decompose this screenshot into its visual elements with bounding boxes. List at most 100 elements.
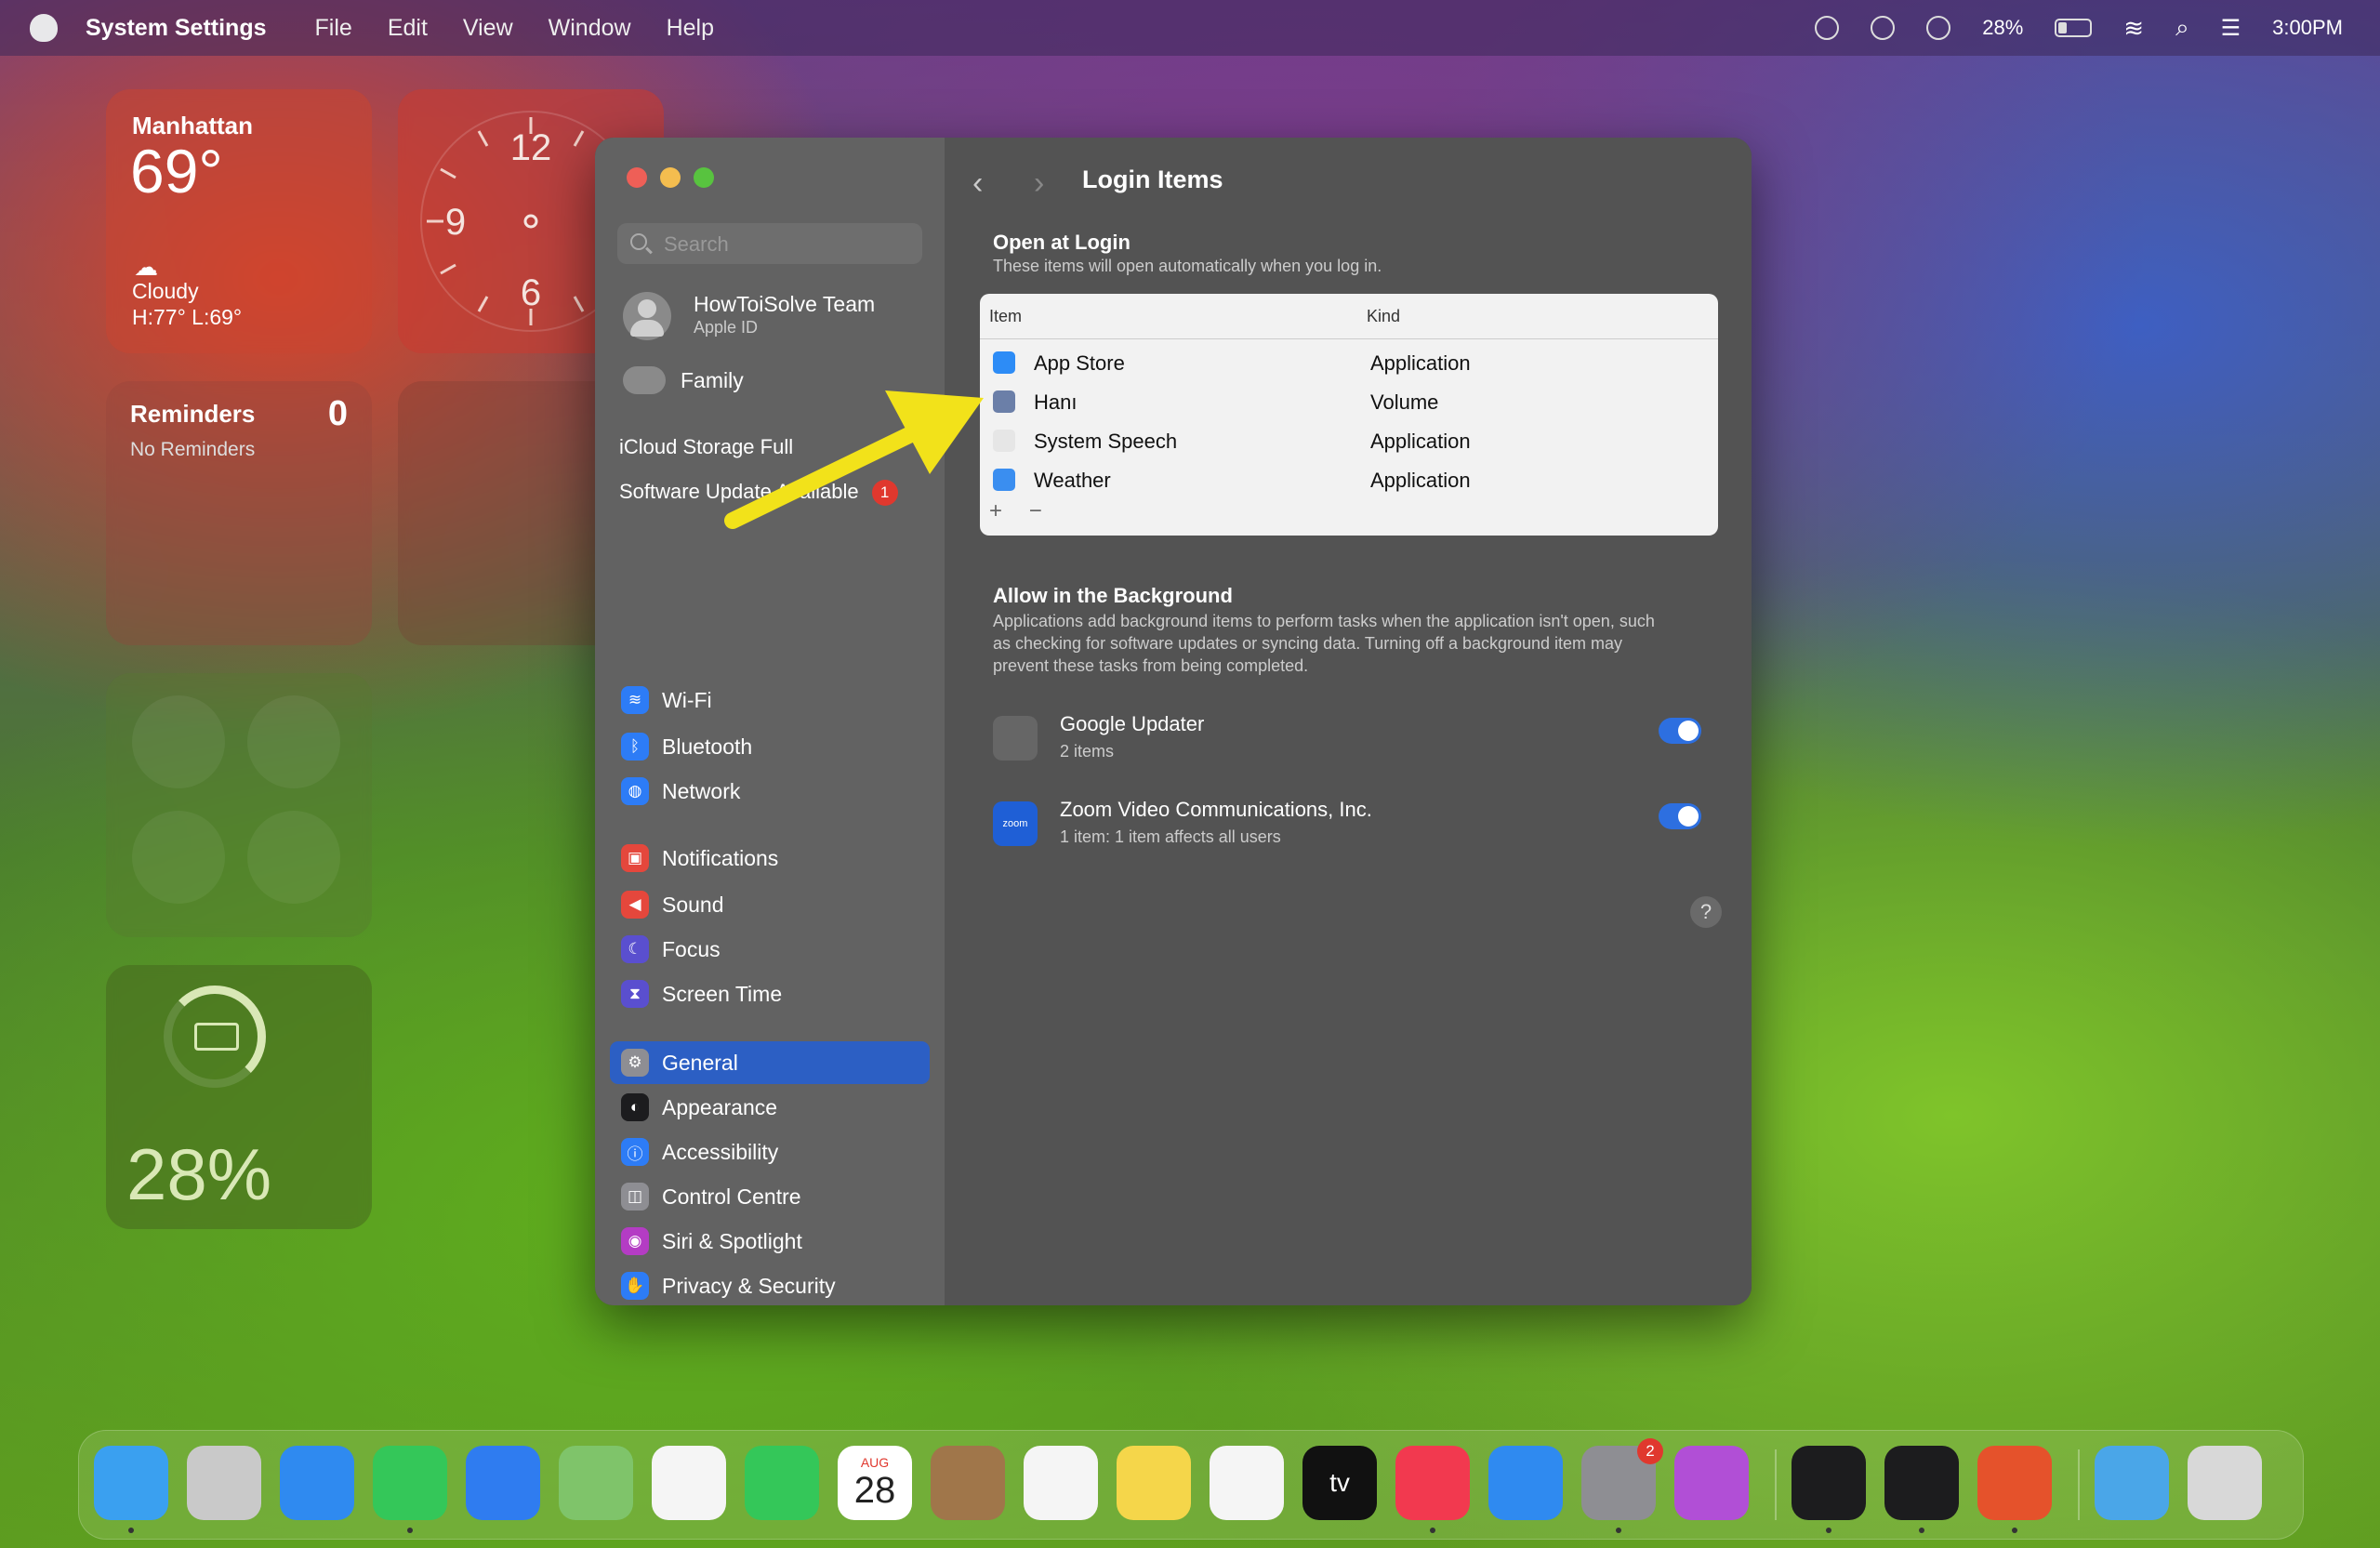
- dock-finder-icon[interactable]: [94, 1446, 168, 1520]
- dock-app-store-icon[interactable]: [1488, 1446, 1563, 1520]
- app-icon-text: zoom: [1002, 818, 1028, 829]
- sidebar-item-siri-spotlight[interactable]: ◉ Siri & Spotlight: [610, 1220, 930, 1263]
- sidebar-item-label: Wi-Fi: [662, 687, 712, 712]
- background-item-toggle[interactable]: [1659, 718, 1701, 744]
- login-item-kind: Volume: [1370, 390, 1439, 414]
- table-toolbar: + −: [989, 498, 1063, 524]
- back-button[interactable]: ‹: [972, 165, 983, 202]
- dock-feedback-icon[interactable]: [1674, 1446, 1749, 1520]
- dock-music-icon[interactable]: [1395, 1446, 1470, 1520]
- notifications-icon: ▣: [621, 844, 649, 872]
- dock-tv-icon[interactable]: tv: [1302, 1446, 1377, 1520]
- system-settings-window: HowToiSolve Team Apple ID Family iCloud …: [595, 138, 1752, 1305]
- running-indicator: [128, 1528, 134, 1533]
- sidebar-item-accessibility[interactable]: ⓘ Accessibility: [610, 1131, 930, 1173]
- menu-app-name[interactable]: System Settings: [86, 15, 267, 42]
- menu-help[interactable]: Help: [667, 15, 714, 42]
- forward-button[interactable]: ›: [1034, 165, 1044, 202]
- reminders-widget[interactable]: Reminders 0 No Reminders: [106, 381, 372, 645]
- sidebar-item-wi-fi[interactable]: ≋ Wi-Fi: [610, 679, 930, 721]
- dock-contacts-icon[interactable]: [931, 1446, 1005, 1520]
- dock-photos-icon[interactable]: [652, 1446, 726, 1520]
- dock-messages-icon[interactable]: [373, 1446, 447, 1520]
- apple-menu-icon[interactable]: [30, 14, 58, 42]
- battery-percent[interactable]: 28%: [1982, 16, 2023, 40]
- dock-freeform-icon[interactable]: [1210, 1446, 1284, 1520]
- sidebar-item-privacy-security[interactable]: ✋ Privacy & Security: [610, 1264, 930, 1305]
- dock-system-settings-icon[interactable]: 2: [1581, 1438, 1663, 1520]
- remove-item-button[interactable]: −: [1029, 498, 1042, 523]
- running-indicator: [407, 1528, 413, 1533]
- background-item-desc: 1 item: 1 item affects all users: [1060, 827, 1281, 846]
- weather-icon: [993, 469, 1015, 491]
- search-input[interactable]: [662, 223, 917, 266]
- open-at-login-title: Open at Login: [993, 231, 1130, 254]
- sidebar-item-bluetooth[interactable]: ᛒ Bluetooth: [610, 725, 930, 768]
- background-item-toggle[interactable]: [1659, 803, 1701, 829]
- dock-terminal-icon[interactable]: [1884, 1446, 1959, 1520]
- dock-firefox-icon[interactable]: [1977, 1446, 2052, 1520]
- sidebar-item-notifications[interactable]: ▣ Notifications: [610, 837, 930, 880]
- dock-trash-icon[interactable]: [2188, 1446, 2262, 1520]
- column-header-kind[interactable]: Kind: [1367, 307, 1400, 326]
- dock-maps-icon[interactable]: [559, 1446, 633, 1520]
- laptop-icon: [194, 1023, 239, 1051]
- wi-fi-icon: ≋: [621, 686, 649, 714]
- dock-activity-monitor-icon[interactable]: [1792, 1446, 1866, 1520]
- sidebar-item-screen-time[interactable]: ⧗ Screen Time: [610, 972, 930, 1015]
- sidebar-item-control-centre[interactable]: ◫ Control Centre: [610, 1175, 930, 1218]
- login-item-row[interactable]: Hanı Volume: [980, 381, 1718, 420]
- user-icon[interactable]: [1815, 16, 1840, 40]
- user-subtitle: Apple ID: [694, 318, 759, 337]
- menu-view[interactable]: View: [463, 15, 513, 42]
- sidebar-search[interactable]: [617, 223, 922, 266]
- login-item-row[interactable]: App Store Application: [980, 342, 1718, 381]
- sidebar-item-focus[interactable]: ☾ Focus: [610, 928, 930, 971]
- sidebar-item-sound[interactable]: ◀ Sound: [610, 883, 930, 926]
- clock-number-9: 9: [445, 202, 466, 243]
- dock: AUG 28 tv 2: [78, 1430, 2304, 1540]
- dock-safari-icon[interactable]: [280, 1446, 354, 1520]
- help-button[interactable]: ?: [1690, 896, 1722, 928]
- dock-reminders-icon[interactable]: [1024, 1446, 1098, 1520]
- dock-facetime-icon[interactable]: [745, 1446, 819, 1520]
- menu-clock[interactable]: 3:00PM: [2272, 16, 2343, 40]
- spotlight-search-icon[interactable]: ⌕: [2175, 13, 2189, 43]
- background-item-name: Google Updater: [1060, 712, 1205, 735]
- sidebar-item-network[interactable]: ◍ Network: [610, 770, 930, 813]
- battery-widget[interactable]: 28%: [106, 965, 372, 1229]
- account-icon[interactable]: [1871, 16, 1896, 40]
- menu-edit[interactable]: Edit: [388, 15, 428, 42]
- clock-number-6: 6: [521, 272, 541, 313]
- time-machine-icon[interactable]: [1926, 16, 1951, 40]
- dock-calendar-icon[interactable]: AUG 28: [838, 1446, 912, 1520]
- dock-launchpad-icon[interactable]: [187, 1446, 261, 1520]
- control-center-icon[interactable]: ☰: [2221, 15, 2241, 42]
- weather-widget[interactable]: Manhattan 69° ☁ Cloudy H:77° L:69°: [106, 89, 372, 353]
- sidebar-item-label: Accessibility: [662, 1139, 779, 1164]
- weather-temp: 69°: [130, 137, 223, 205]
- dock-notes-icon[interactable]: [1117, 1446, 1191, 1520]
- battery-icon[interactable]: [2055, 19, 2093, 37]
- privacy-security-icon: ✋: [621, 1272, 649, 1300]
- sidebar-item-icloud-storage[interactable]: iCloud Storage Full: [619, 435, 793, 459]
- sidebar-item-family[interactable]: Family: [623, 366, 744, 394]
- menu-file[interactable]: File: [315, 15, 352, 42]
- column-header-item[interactable]: Item: [989, 307, 1022, 326]
- sidebar-item-appearance[interactable]: ◐ Appearance: [610, 1086, 930, 1129]
- menu-window[interactable]: Window: [549, 15, 631, 42]
- software-update-badge: 1: [871, 480, 898, 507]
- minimize-button[interactable]: [660, 167, 681, 188]
- dock-folder-icon[interactable]: [2095, 1446, 2169, 1520]
- login-item-row[interactable]: Weather Application: [980, 459, 1718, 498]
- sidebar-item-general[interactable]: ⚙ General: [610, 1041, 930, 1084]
- add-item-button[interactable]: +: [989, 498, 1002, 523]
- zoom-button[interactable]: [694, 167, 714, 188]
- world-clock-widget[interactable]: [106, 673, 372, 937]
- close-button[interactable]: [627, 167, 647, 188]
- wifi-icon[interactable]: ≋: [2123, 14, 2144, 43]
- sidebar-item-software-update[interactable]: Software Update Available 1: [619, 480, 898, 507]
- login-item-row[interactable]: System Speech Application: [980, 420, 1718, 459]
- dock-mail-icon[interactable]: [466, 1446, 540, 1520]
- appearance-icon: ◐: [621, 1093, 649, 1121]
